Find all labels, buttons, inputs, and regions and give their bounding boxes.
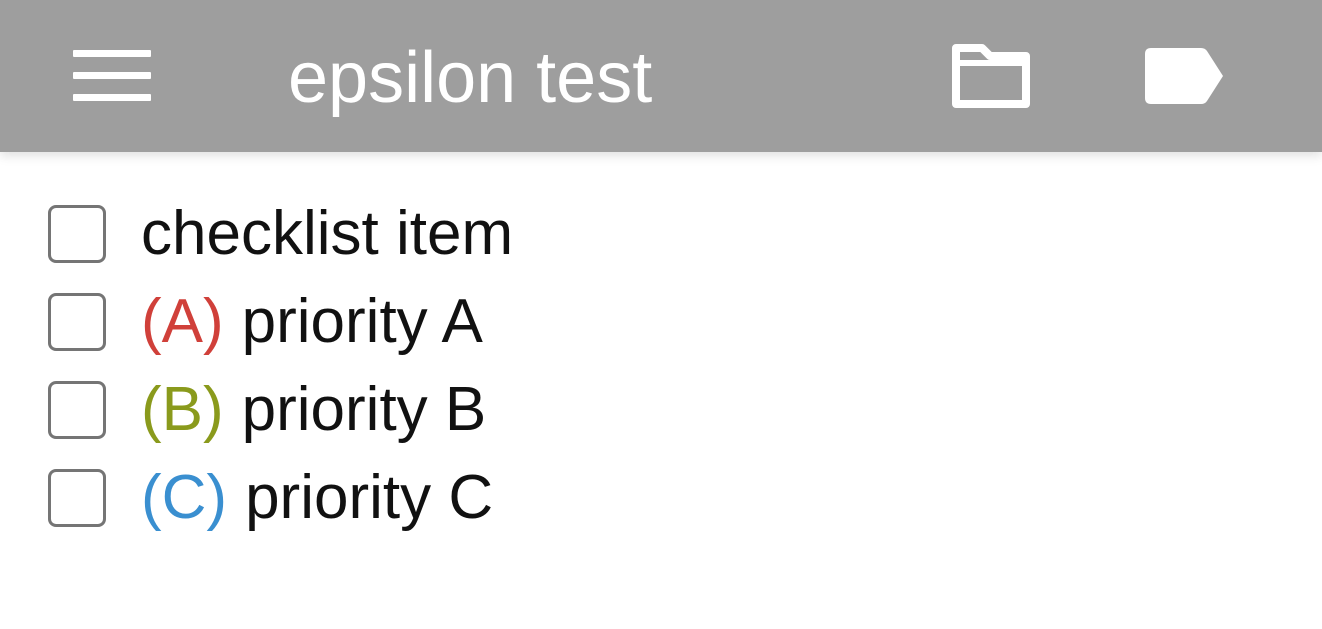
folder-icon: [952, 44, 1030, 108]
item-text: checklist item: [141, 199, 513, 269]
folder-button[interactable]: [935, 28, 1047, 124]
item-text: (C) priority C: [141, 463, 493, 533]
list-item: (A) priority A: [0, 278, 1322, 366]
app-bar: epsilon test: [0, 0, 1322, 152]
list-item: checklist item: [0, 190, 1322, 278]
checkbox[interactable]: [48, 381, 106, 439]
item-label: priority C: [245, 463, 494, 532]
item-label: priority A: [241, 287, 483, 356]
checkbox[interactable]: [48, 469, 106, 527]
checkbox[interactable]: [48, 293, 106, 351]
list-item: (B) priority B: [0, 366, 1322, 454]
priority-tag: (C): [141, 463, 228, 532]
checkbox[interactable]: [48, 205, 106, 263]
priority-tag: (A): [141, 287, 224, 356]
item-label: priority B: [241, 375, 487, 444]
tag-button[interactable]: [1128, 28, 1240, 124]
menu-icon: [73, 50, 151, 101]
item-label: checklist item: [141, 199, 514, 268]
priority-tag: (B): [141, 375, 224, 444]
tag-icon: [1145, 48, 1223, 104]
item-text: (B) priority B: [141, 375, 486, 445]
list-item: (C) priority C: [0, 454, 1322, 542]
page-title: epsilon test: [288, 38, 653, 118]
menu-button[interactable]: [52, 30, 172, 122]
item-text: (A) priority A: [141, 287, 483, 357]
